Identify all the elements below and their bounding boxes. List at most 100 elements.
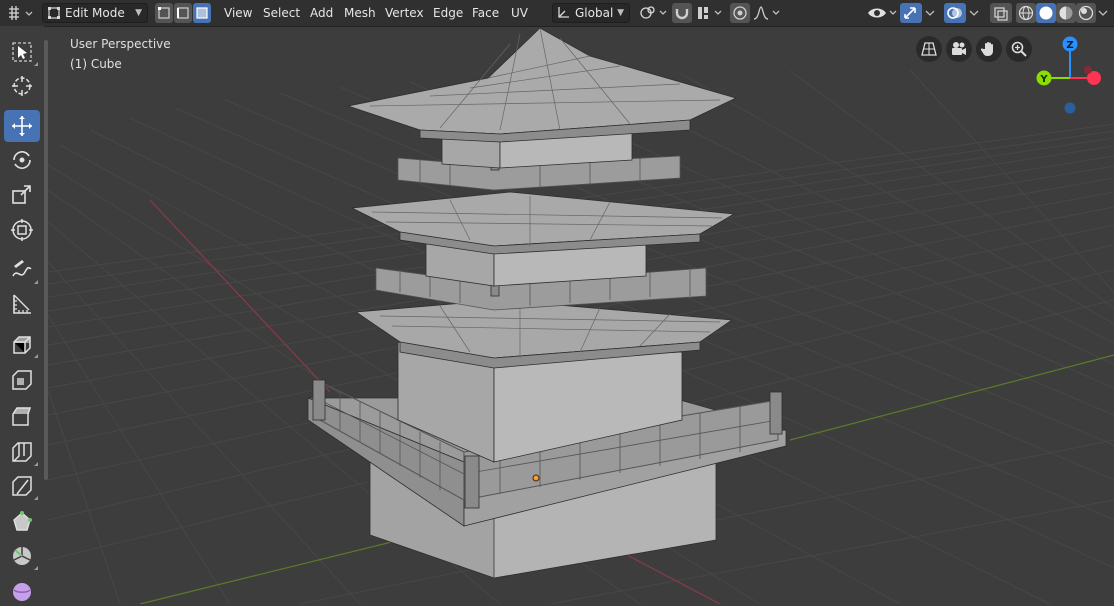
hand-pan-icon (980, 42, 993, 56)
object-origin (532, 474, 540, 482)
pagoda-mesh[interactable] (307, 27, 787, 579)
menu-mesh[interactable]: Mesh (339, 3, 381, 23)
visibility-dropdown[interactable] (866, 3, 898, 23)
shading-wireframe-button[interactable] (1016, 3, 1036, 23)
wireframe-sphere-icon (1018, 5, 1034, 21)
gizmo-toggle-button[interactable] (900, 3, 922, 23)
material-sphere-icon (1059, 6, 1073, 20)
neg-x-axis-handle[interactable] (1084, 66, 1092, 74)
tool-options-indicator (34, 496, 38, 500)
tool-options-indicator (34, 462, 38, 466)
poly-build-icon (13, 511, 32, 531)
pan-view-button[interactable] (976, 36, 1002, 62)
tool-inset[interactable] (4, 364, 40, 396)
eye-icon (868, 8, 897, 18)
snap-target-dropdown[interactable] (696, 3, 726, 23)
tool-measure[interactable] (4, 288, 40, 320)
perspective-toggle-icon (921, 42, 937, 56)
tool-transform[interactable] (4, 214, 40, 246)
tool-select-box[interactable] (4, 36, 40, 68)
menu-view[interactable]: View (219, 3, 257, 23)
viewport-scene[interactable]: Z Y (48, 26, 1114, 604)
falloff-dropdown[interactable] (753, 3, 783, 23)
gizmo-icon (904, 7, 916, 19)
measure-icon (13, 294, 31, 314)
view-name: User Perspective (70, 37, 171, 51)
tool-extrude[interactable] (4, 328, 40, 360)
edge-select-button[interactable] (174, 3, 192, 23)
neg-z-axis-handle[interactable] (1064, 102, 1076, 114)
chevron-down-icon (969, 10, 979, 16)
chevron-down-icon: ▼ (135, 8, 142, 18)
menu-vertex[interactable]: Vertex (380, 3, 429, 23)
chevron-down-icon (925, 10, 935, 16)
tool-cursor[interactable] (4, 70, 40, 102)
cursor-icon (12, 76, 32, 96)
vertex-select-button[interactable] (155, 3, 173, 23)
menu-select[interactable]: Select (258, 3, 305, 23)
bevel-icon (12, 407, 32, 426)
cursor-grid-icon (9, 6, 33, 20)
shading-dropdown[interactable] (1096, 3, 1110, 23)
menu-edge[interactable]: Edge (428, 3, 468, 23)
toggle-perspective-button[interactable] (916, 36, 942, 62)
shading-rendered-button[interactable] (1076, 3, 1096, 23)
transform-orientation-dropdown[interactable]: Global ▼ (552, 3, 630, 23)
menu-face[interactable]: Face (467, 3, 504, 23)
spin-icon (13, 547, 31, 565)
move-icon (12, 116, 32, 136)
tool-spin[interactable] (4, 540, 40, 572)
tool-rotate[interactable] (4, 144, 40, 176)
snap-toggle-button[interactable] (672, 3, 692, 23)
face-select-button[interactable] (193, 3, 211, 23)
edge-select-icon (177, 7, 189, 19)
chevron-down-icon (1098, 10, 1108, 16)
shading-material-button[interactable] (1056, 3, 1076, 23)
inset-icon (12, 370, 32, 390)
editor-type-selector[interactable] (6, 3, 34, 23)
mode-label: Edit Mode (65, 6, 125, 20)
orientation-axes-icon (558, 7, 569, 18)
zoom-icon (1011, 41, 1027, 57)
transform-icon (11, 219, 33, 241)
smooth-icon (13, 583, 31, 601)
overlays-dropdown[interactable] (967, 3, 981, 23)
svg-text:Z: Z (1066, 40, 1073, 51)
menu-uv[interactable]: UV (506, 3, 533, 23)
xray-toggle-button[interactable] (990, 3, 1012, 23)
x-axis-line (149, 199, 331, 393)
select-box-icon (12, 42, 32, 62)
gizmo-dropdown[interactable] (923, 3, 937, 23)
tool-knife[interactable] (4, 470, 40, 502)
tool-loop-cut[interactable] (4, 436, 40, 468)
magnet-icon (675, 9, 689, 20)
object-label: (1) Cube (70, 57, 122, 71)
pivot-point-dropdown[interactable] (638, 3, 670, 23)
tool-shelf (0, 26, 44, 604)
tool-move[interactable] (4, 110, 40, 142)
tool-annotate[interactable] (4, 254, 40, 286)
mode-dropdown[interactable]: Edit Mode ▼ (42, 3, 148, 23)
tool-scale[interactable] (4, 178, 40, 210)
edit-mode-icon (48, 7, 60, 19)
knife-icon (12, 476, 32, 496)
y-axis-line (789, 354, 1114, 441)
tool-poly-build[interactable] (4, 506, 40, 538)
navigation-gizmo[interactable]: Z Y (1036, 36, 1102, 114)
solid-sphere-icon (1039, 6, 1053, 20)
zoom-view-button[interactable] (1006, 36, 1032, 62)
tool-options-indicator (34, 62, 38, 66)
camera-view-button[interactable] (946, 36, 972, 62)
tool-bevel[interactable] (4, 400, 40, 432)
rotate-icon (13, 151, 31, 169)
menu-add[interactable]: Add (305, 3, 338, 23)
camera-icon (952, 42, 966, 55)
loop-cut-icon (12, 442, 32, 462)
proportional-editing-button[interactable] (730, 3, 750, 23)
extrude-icon (13, 336, 31, 354)
tool-smooth[interactable] (4, 574, 40, 606)
shading-solid-button[interactable] (1036, 3, 1056, 23)
overlays-toggle-button[interactable] (944, 3, 966, 23)
3d-viewport[interactable]: Z Y (48, 26, 1114, 604)
tool-options-indicator (34, 566, 38, 570)
